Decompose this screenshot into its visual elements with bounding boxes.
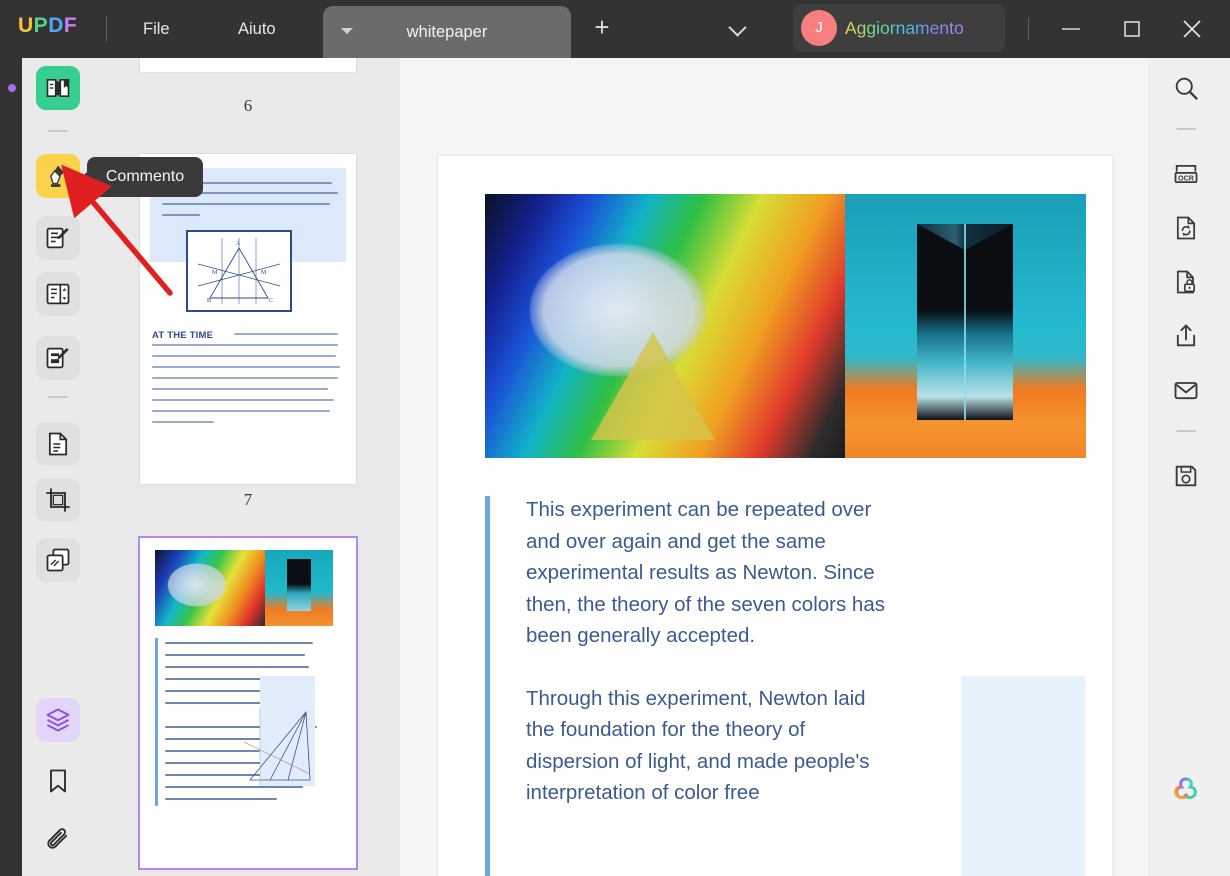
svg-text:C: C [269, 298, 273, 304]
close-icon[interactable] [1171, 8, 1213, 50]
prism-photo-right [845, 194, 1086, 458]
logo-letter-d: D [48, 14, 64, 37]
sidebar-item-batch[interactable] [36, 538, 80, 582]
thumb8-image [155, 550, 333, 626]
logo-letter-f: F [63, 14, 78, 37]
tooltip-commento: Commento [82, 157, 203, 197]
sidebar-item-edit-pdf[interactable] [36, 216, 80, 260]
maximize-icon[interactable] [1111, 8, 1153, 50]
tooltip-label: Commento [105, 168, 185, 185]
right-item-ai[interactable] [1164, 768, 1208, 812]
paragraph-accent-bar [485, 496, 490, 876]
sidebar-item-comment[interactable] [36, 154, 80, 198]
right-tool-rail: OCR [1148, 58, 1230, 876]
right-item-save[interactable] [1164, 454, 1208, 498]
right-item-email[interactable] [1164, 368, 1208, 412]
svg-text:M: M [261, 270, 267, 276]
titlebar-divider-2 [1028, 18, 1029, 40]
sidebar-item-reader[interactable] [36, 66, 80, 110]
thumb8-accent-bar [155, 638, 158, 806]
tab-label: whitepaper [406, 23, 488, 41]
update-label: Aggiornamento [845, 4, 964, 52]
document-toolbar: 81% 8 / 8 [400, 58, 1230, 162]
document-body-text: This experiment can be repeated over and… [526, 494, 886, 809]
sidebar-item-attachment[interactable] [36, 819, 80, 863]
svg-text:B: B [207, 298, 211, 304]
page-blue-rect [961, 676, 1085, 876]
right-item-search[interactable] [1164, 66, 1208, 110]
sidebar-item-crop[interactable] [36, 478, 80, 522]
logo-letter-u: U [18, 14, 34, 37]
svg-text:OCR: OCR [1178, 173, 1195, 182]
right-rail-divider-2 [1176, 430, 1196, 432]
sidebar-item-bookmark[interactable] [36, 759, 80, 803]
sidebar-item-form[interactable] [36, 336, 80, 380]
thumbnail-page-7[interactable]: A B C M M AT THE TIME [140, 154, 356, 484]
thumb7-figure: A B C M M [186, 230, 292, 312]
logo-letter-p: P [33, 14, 49, 37]
update-button[interactable]: J Aggiornamento [793, 4, 1005, 52]
app-logo: UPDF [18, 14, 77, 38]
tab-list-chevron-down-icon[interactable] [725, 18, 753, 38]
thumbnail-page-6[interactable] [140, 58, 356, 72]
document-paragraph-2: Through this experiment, Newton laid the… [526, 686, 870, 805]
prism-shape-right [917, 224, 1013, 420]
rail-divider-1 [48, 130, 68, 132]
avatar: J [801, 10, 837, 46]
thumbnail-label-7: 7 [243, 490, 253, 509]
right-rail-divider-1 [1176, 128, 1196, 130]
menu-help[interactable]: Aiuto [238, 14, 276, 44]
prism-shape-left [591, 332, 715, 440]
sidebar-item-organize[interactable] [36, 272, 80, 316]
document-paragraph-1: This experiment can be repeated over and… [526, 498, 885, 647]
thumbnail-label-6: 6 [243, 96, 253, 115]
status-dot [8, 84, 16, 92]
new-tab-button[interactable]: + [588, 14, 616, 42]
sidebar-item-layers[interactable] [36, 698, 80, 742]
rail-divider-2 [48, 396, 68, 398]
minimize-icon[interactable] [1050, 8, 1092, 50]
document-page-8: This experiment can be repeated over and… [438, 156, 1112, 876]
document-tab-whitepaper[interactable]: whitepaper [323, 6, 571, 58]
right-item-ocr[interactable]: OCR [1164, 152, 1208, 196]
title-bar: UPDF File Aiuto whitepaper + J Aggiornam… [0, 0, 1230, 58]
right-item-share[interactable] [1164, 314, 1208, 358]
svg-text:A: A [236, 241, 241, 247]
menu-file[interactable]: File [143, 14, 170, 44]
svg-text:M: M [212, 270, 218, 276]
titlebar-divider [106, 16, 107, 42]
right-item-convert[interactable] [1164, 206, 1208, 250]
document-viewer[interactable]: This experiment can be repeated over and… [400, 128, 1148, 876]
prism-photos [485, 194, 1086, 458]
updf-window: UPDF File Aiuto whitepaper + J Aggiornam… [0, 0, 1230, 876]
right-item-protect[interactable] [1164, 260, 1208, 304]
thumbnail-page-8[interactable] [138, 536, 358, 870]
prism-photo-left [485, 194, 845, 458]
thumb7-heading: AT THE TIME [152, 330, 214, 341]
thumb8-figure [240, 708, 320, 786]
sidebar-item-convert[interactable] [36, 422, 80, 466]
left-edge-strip [0, 58, 22, 876]
